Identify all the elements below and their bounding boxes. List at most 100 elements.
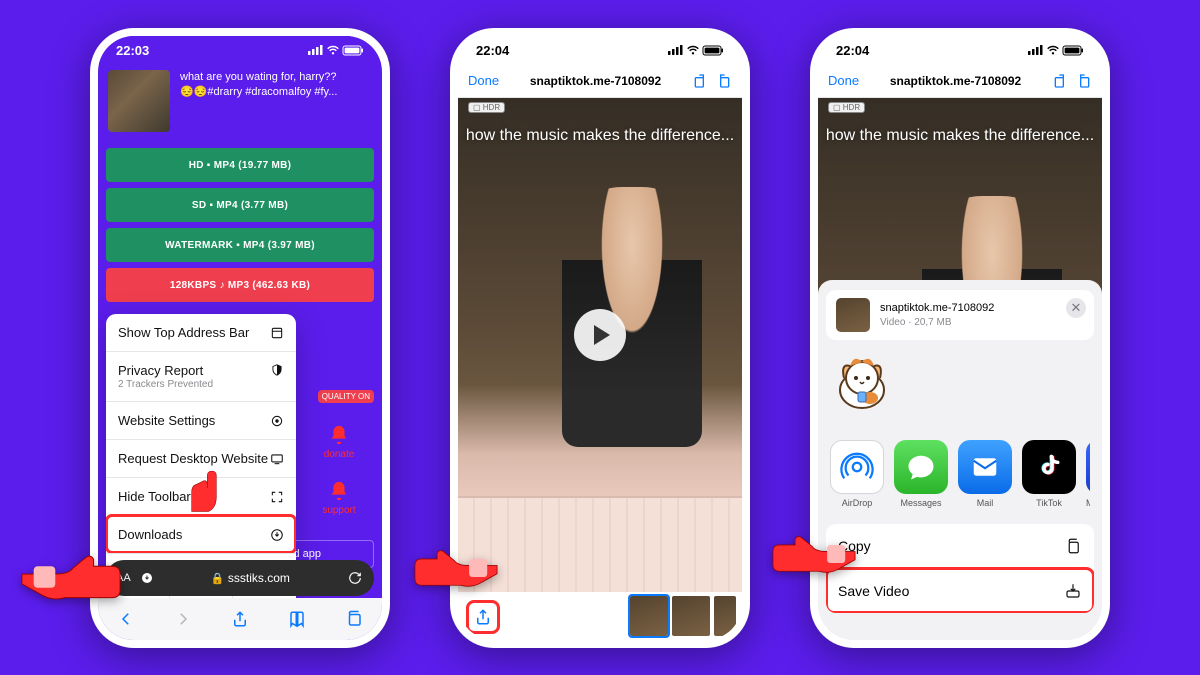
reload-icon[interactable] (348, 571, 362, 585)
thumb-selected[interactable] (630, 596, 668, 636)
tiktok-icon (1035, 453, 1063, 481)
file-title: snaptiktok.me-7108092 (530, 74, 661, 88)
download-circle-icon (270, 528, 284, 542)
screen: 22:04 Done snaptiktok.me-7108092 ▢ HDR h… (818, 36, 1102, 640)
file-thumbnail (836, 298, 870, 332)
download-hd-button[interactable]: HD ▪ MP4 (19.77 MB) (106, 148, 374, 182)
quality-badge[interactable]: QUALITY ON (318, 390, 374, 403)
share-sheet: snaptiktok.me-7108092 Video · 20,7 MB ✕ … (818, 280, 1102, 640)
download-mp3-button[interactable]: 128KBPS ♪ MP3 (462.63 KB) (106, 268, 374, 302)
close-button[interactable]: ✕ (1066, 298, 1086, 318)
url-text: 🔒 ssstiks.com (211, 571, 290, 585)
clock: 22:04 (476, 43, 509, 58)
support-label: support (322, 505, 355, 516)
expand-icon (270, 490, 284, 504)
status-bar: 22:04 (818, 36, 1102, 64)
safari-bottom-toolbar (98, 598, 382, 640)
tabs-icon[interactable] (345, 610, 363, 628)
video-preview[interactable]: how the music makes the difference... (458, 98, 742, 592)
clock: 22:03 (116, 43, 149, 58)
messages-app[interactable]: Messages (894, 440, 948, 508)
airdrop-app[interactable]: AirDrop (830, 440, 884, 508)
rotate-left-icon[interactable] (1052, 73, 1068, 89)
menu-show-top-address[interactable]: Show Top Address Bar (106, 314, 296, 351)
done-button[interactable]: Done (468, 73, 499, 88)
copy-icon (1064, 537, 1082, 555)
status-icons (668, 45, 724, 56)
video-overlay-text: how the music makes the difference... (458, 126, 742, 147)
pointer-hand-step3 (768, 526, 860, 587)
rotate-left-icon[interactable] (692, 73, 708, 89)
viewer-header: Done snaptiktok.me-7108092 (458, 64, 742, 98)
lock-icon: 🔒 (211, 573, 225, 585)
app-label: Mail (958, 498, 1012, 508)
hdr-badge: ▢ HDR (828, 102, 865, 113)
menu-sublabel: 2 Trackers Prevented (118, 379, 284, 390)
download-watermark-button[interactable]: WATERMARK ▪ MP4 (3.97 MB) (106, 228, 374, 262)
rotate-right-icon[interactable] (716, 73, 732, 89)
video-caption-row: what are you wating for, harry?? 😔😔#drar… (98, 64, 382, 138)
donate-label: donate (324, 449, 355, 460)
menu-label: Privacy Report (118, 363, 203, 378)
share-button-highlighted[interactable] (466, 600, 500, 634)
share-filesize: Video · 20,7 MB (880, 316, 994, 329)
shield-half-icon (270, 363, 284, 377)
tiktok-app[interactable]: TikTok (1022, 440, 1076, 508)
bookmarks-icon[interactable] (288, 610, 306, 628)
status-bar: 22:03 (98, 36, 382, 64)
video-caption: what are you wating for, harry?? 😔😔#drar… (180, 70, 337, 132)
menu-label: Request Desktop Website (118, 451, 268, 466)
message-icon (906, 452, 936, 482)
menu-website-settings[interactable]: Website Settings (106, 401, 296, 439)
forward-icon (174, 610, 192, 628)
pointer-hand-step1 (16, 544, 126, 615)
mail-app[interactable]: Mail (958, 440, 1012, 508)
video-thumbnail[interactable] (108, 70, 170, 132)
rectangle-top-icon (270, 326, 284, 340)
caption-line1: what are you wating for, harry?? (180, 70, 337, 85)
share-sheet-header: snaptiktok.me-7108092 Video · 20,7 MB ✕ (826, 290, 1094, 340)
menu-label: Downloads (118, 527, 182, 542)
viewer-header: Done snaptiktok.me-7108092 (818, 64, 1102, 98)
menu-privacy-report[interactable]: Privacy Report 2 Trackers Prevented (106, 351, 296, 401)
action-copy[interactable]: Copy (826, 524, 1094, 568)
app-label: Me (1086, 498, 1090, 508)
status-icons (308, 45, 364, 56)
thumb[interactable] (672, 596, 710, 636)
share-icon[interactable] (231, 610, 249, 628)
video-overlay-text: how the music makes the difference... (818, 126, 1102, 147)
share-icon (474, 608, 492, 626)
menu-label: Show Top Address Bar (118, 325, 249, 340)
download-sd-button[interactable]: SD ▪ MP4 (3.77 MB) (106, 188, 374, 222)
phone-step1: 22:03 what are you wating for, harry?? 😔… (90, 28, 390, 648)
contact-cat-icon[interactable] (830, 348, 894, 412)
hdr-badge: ▢ HDR (468, 102, 505, 113)
more-app[interactable]: Me (1086, 440, 1090, 508)
caption-line2: 😔😔#drarry #dracomalfoy #fy... (180, 85, 337, 100)
bell-icon (328, 424, 350, 446)
app-label: AirDrop (830, 498, 884, 508)
status-bar: 22:04 (458, 36, 742, 64)
share-filename: snaptiktok.me-7108092 (880, 301, 994, 315)
share-apps-row: AirDrop Messages Mail TikTok Me (818, 440, 1102, 508)
file-title: snaptiktok.me-7108092 (890, 74, 1021, 88)
pointer-hand-step2 (410, 540, 502, 601)
address-bar[interactable]: AA 🔒 ssstiks.com (106, 560, 374, 596)
action-save-video[interactable]: Save Video (826, 568, 1094, 613)
menu-label: Website Settings (118, 413, 215, 428)
download-badge-icon (141, 572, 153, 584)
pointer-overlay (176, 466, 232, 533)
share-actions-list: Copy Save Video (826, 524, 1094, 613)
screen: 22:03 what are you wating for, harry?? 😔… (98, 36, 382, 640)
done-button[interactable]: Done (828, 73, 859, 88)
save-download-icon (1064, 582, 1082, 600)
thumb[interactable] (714, 596, 736, 636)
donate-button[interactable]: donate (324, 424, 355, 460)
status-icons (1028, 45, 1084, 56)
support-button[interactable]: support (322, 480, 355, 516)
app-label: Messages (894, 498, 948, 508)
right-rail: QUALITY ON donate support (304, 424, 374, 516)
gear-circle-icon (270, 414, 284, 428)
play-button[interactable] (574, 309, 626, 361)
rotate-right-icon[interactable] (1076, 73, 1092, 89)
